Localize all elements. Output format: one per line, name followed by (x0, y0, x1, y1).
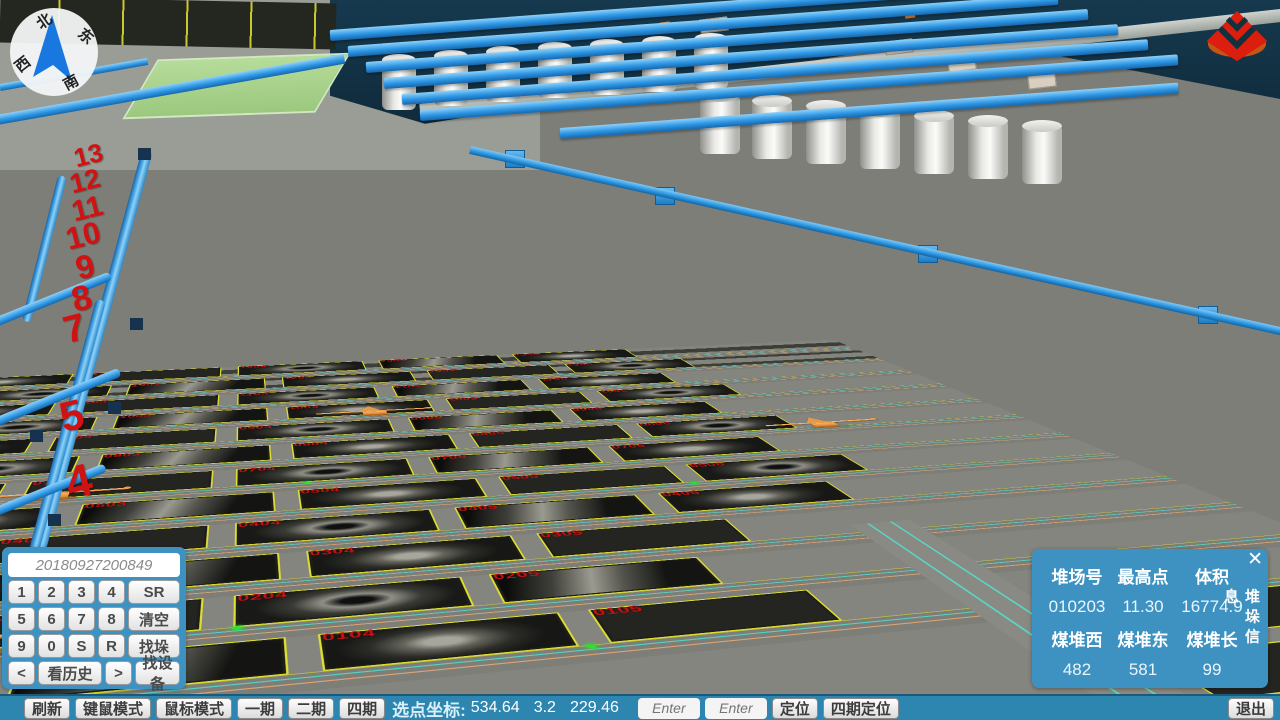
exit-button[interactable]: 退出 (1228, 698, 1274, 719)
conveyor-right-edge (469, 146, 1280, 348)
company-logo-icon (1204, 8, 1270, 69)
key-1[interactable]: 1 (8, 580, 35, 604)
pile-info-panel: ✕ 堆场号最高点体积01020311.3016774.9煤堆西煤堆东煤堆长482… (1032, 549, 1268, 688)
info-value: 99 (1176, 660, 1248, 680)
key-s[interactable]: S (68, 634, 95, 658)
coord-value: 3.2 (534, 699, 556, 717)
pipe-joint (108, 402, 121, 414)
info-value: 11.30 (1112, 597, 1174, 617)
info-value: 482 (1044, 660, 1110, 680)
pipe-joint (138, 148, 151, 160)
coord-value: 534.64 (471, 699, 520, 717)
coal-yard-3d-app: 1301130213031304130513061201120212031204… (0, 0, 1280, 720)
pipe-joint (48, 514, 61, 526)
key-7[interactable]: 7 (68, 607, 95, 631)
key-9[interactable]: 9 (8, 634, 35, 658)
history-next-button[interactable]: > (105, 661, 132, 685)
pipe-joint (130, 318, 143, 330)
history-prev-button[interactable]: < (8, 661, 35, 685)
refresh-button[interactable]: 刷新 (24, 698, 70, 719)
key-4[interactable]: 4 (98, 580, 125, 604)
silo (914, 116, 954, 174)
pile-info-vertical-title: 堆垛信息 (1220, 588, 1262, 658)
key-0[interactable]: 0 (38, 634, 65, 658)
phase4-button[interactable]: 四期 (339, 698, 385, 719)
key-8[interactable]: 8 (98, 607, 125, 631)
silo (1022, 126, 1062, 184)
key-r[interactable]: R (98, 634, 125, 658)
find-device-button[interactable]: 找设备 (135, 661, 180, 685)
keymouse-mode-button[interactable]: 键鼠模式 (75, 698, 151, 719)
info-header: 最高点 (1112, 563, 1174, 588)
close-icon[interactable]: ✕ (1247, 550, 1263, 570)
bottom-toolbar: 刷新键鼠模式鼠标模式一期二期四期 选点坐标: 534.64 3.2 229.46 定… (0, 694, 1280, 720)
mouse-mode-button[interactable]: 鼠标模式 (156, 698, 232, 719)
phase2-button[interactable]: 二期 (288, 698, 334, 719)
info-header: 煤堆东 (1112, 626, 1174, 651)
info-header: 煤堆西 (1044, 626, 1110, 651)
clear-button[interactable]: 清空 (128, 607, 180, 631)
history-time-input[interactable] (8, 553, 180, 577)
info-header: 堆场号 (1044, 563, 1110, 588)
selected-point-coords-label: 选点坐标: (392, 696, 466, 720)
key-3[interactable]: 3 (68, 580, 95, 604)
key-6[interactable]: 6 (38, 607, 65, 631)
phase1-button[interactable]: 一期 (237, 698, 283, 719)
info-value: 581 (1112, 660, 1174, 680)
key-5[interactable]: 5 (8, 607, 35, 631)
coord-input-1[interactable] (638, 698, 700, 719)
compass-icon: 北 东 西 南 (8, 6, 100, 98)
keypad-panel: 1234SR5678清空90SR找垛<看历史>找设备 (2, 547, 186, 689)
key-2[interactable]: 2 (38, 580, 65, 604)
compass[interactable]: 北 东 西 南 (8, 6, 100, 103)
pipe-joint (30, 430, 43, 442)
sr-button[interactable]: SR (128, 580, 180, 604)
silo (752, 101, 792, 159)
coord-value: 229.46 (570, 699, 619, 717)
coord-input-2[interactable] (705, 698, 767, 719)
silo (968, 121, 1008, 179)
info-value: 010203 (1044, 597, 1110, 617)
info-header: 体积 (1176, 563, 1248, 588)
view-history-button[interactable]: 看历史 (38, 661, 102, 685)
silo (860, 111, 900, 169)
locate-button[interactable]: 定位 (772, 698, 818, 719)
phase4-locate-button[interactable]: 四期定位 (823, 698, 899, 719)
